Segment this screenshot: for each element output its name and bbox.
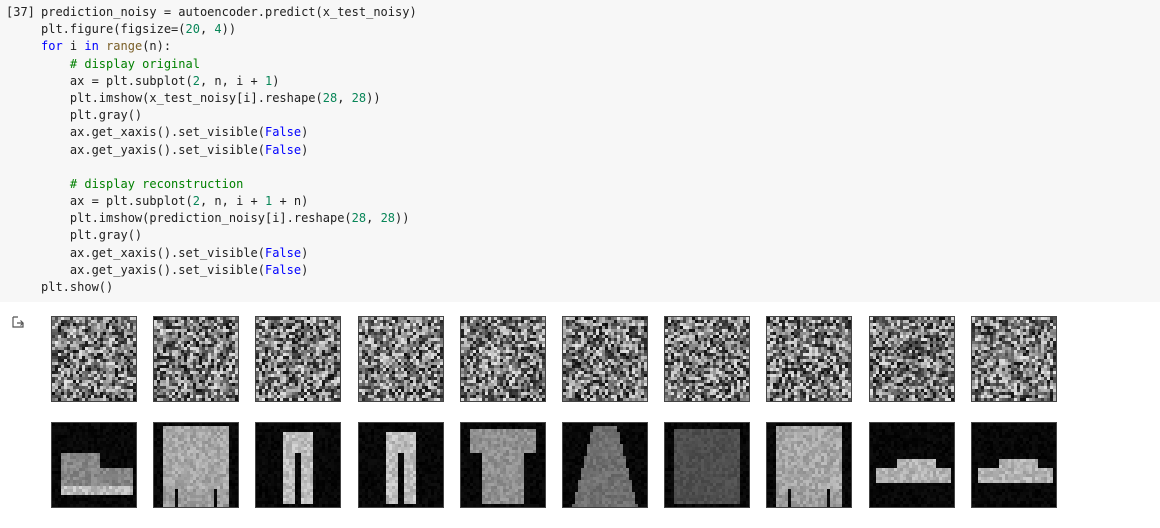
reconstruction-panel: [153, 422, 239, 508]
reconstruction-panel: [971, 422, 1057, 508]
noisy-input-panel: [664, 316, 750, 402]
code-block[interactable]: prediction_noisy = autoencoder.predict(x…: [41, 4, 417, 296]
code-line: plt.imshow(x_test_noisy[i].reshape(28, 2…: [41, 90, 381, 105]
code-line: ax.get_xaxis().set_visible(False): [41, 245, 309, 260]
code-line: # display reconstruction: [69, 176, 244, 191]
noisy-input-panel: [460, 316, 546, 402]
noisy-input-panel: [51, 316, 137, 402]
reconstruction-panel: [869, 422, 955, 508]
noisy-input-panel: [971, 316, 1057, 402]
output-redirect-icon[interactable]: [11, 314, 25, 328]
reconstruction-panel: [255, 422, 341, 508]
code-line: plt.figure(figsize=(20, 4)): [41, 22, 237, 37]
code-line: prediction_noisy = autoencoder.predict(x…: [41, 5, 417, 19]
noisy-input-panel: [255, 316, 341, 402]
code-line: ax.get_xaxis().set_visible(False): [41, 125, 309, 140]
code-line: plt.gray(): [41, 228, 143, 243]
noisy-input-panel: [562, 316, 648, 402]
code-line: ax = plt.subplot(2, n, i + 1 + n): [41, 194, 309, 209]
code-line: ax.get_yaxis().set_visible(False): [41, 262, 309, 277]
noisy-input-panel: [869, 316, 955, 402]
notebook-cell: [37] prediction_noisy = autoencoder.pred…: [0, 0, 1160, 528]
reconstruction-panel: [358, 422, 444, 508]
code-line: plt.show(): [41, 280, 114, 294]
code-line: # display original: [69, 56, 200, 71]
reconstruction-panel: [562, 422, 648, 508]
reconstruction-panel: [664, 422, 750, 508]
execution-count: [37]: [6, 5, 35, 19]
code-line: plt.gray(): [41, 108, 143, 123]
code-editor[interactable]: [37] prediction_noisy = autoencoder.pred…: [0, 0, 1160, 302]
noisy-input-panel: [766, 316, 852, 402]
output-area: [0, 302, 1160, 528]
noisy-input-panel: [358, 316, 444, 402]
reconstruction-panel: [766, 422, 852, 508]
code-line: ax = plt.subplot(2, n, i + 1): [41, 73, 280, 88]
code-line: for i in range(n):: [41, 39, 172, 54]
reconstruction-panel: [460, 422, 546, 508]
noisy-input-panel: [153, 316, 239, 402]
code-line: ax.get_yaxis().set_visible(False): [41, 142, 309, 157]
code-line: plt.imshow(prediction_noisy[i].reshape(2…: [41, 211, 410, 226]
reconstruction-panel: [51, 422, 137, 508]
